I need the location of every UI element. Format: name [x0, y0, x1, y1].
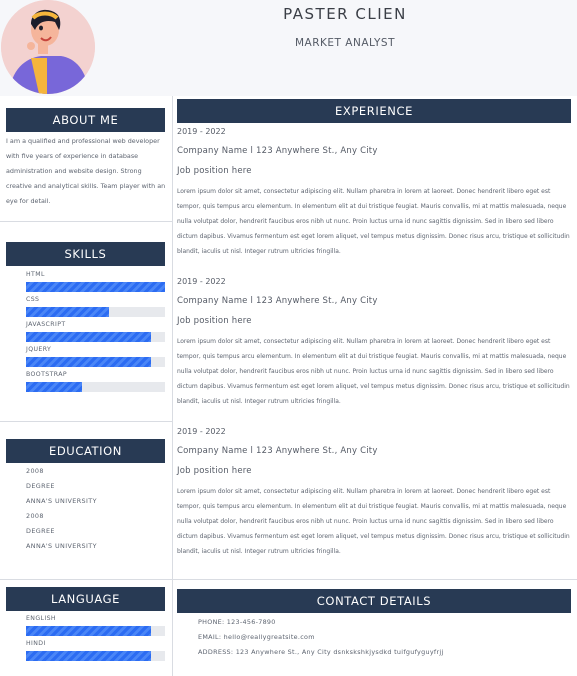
experience-description: Lorem ipsum dolor sit amet, consectetur …: [177, 338, 570, 405]
avatar: [1, 0, 95, 94]
education-year: 2008: [26, 467, 44, 475]
contact-heading: CONTACT DETAILS: [177, 589, 571, 613]
experience-date: 2019 - 2022: [177, 127, 226, 136]
contact-address: ADDRESS: 123 Anywhere St., Any City dsnk…: [198, 648, 444, 656]
skill-label-javascript: JAVASCRIPT: [26, 321, 66, 328]
education-degree: DEGREE: [26, 527, 55, 535]
skill-bar-jquery: [26, 357, 165, 367]
skill-bar-fill: [26, 332, 152, 342]
experience-company: Company Name l 123 Anywhere St., Any Cit…: [177, 146, 378, 156]
skill-label-bootstrap: BOOTSTRAP: [26, 371, 67, 378]
language-bar-english: [26, 626, 165, 636]
skills-heading: SKILLS: [6, 242, 165, 266]
section-divider: [0, 421, 172, 422]
about-text: I am a qualified and professional web de…: [6, 137, 166, 205]
candidate-name: PASTER CLIEN: [283, 5, 407, 23]
language-heading: LANGUAGE: [6, 587, 165, 611]
skill-bar-fill: [26, 357, 152, 367]
skill-bar-fill: [26, 307, 110, 317]
skill-label-jquery: JQUERY: [26, 346, 52, 353]
language-bar-fill: [26, 651, 152, 661]
education-year: 2008: [26, 512, 44, 520]
experience-description: Lorem ipsum dolor sit amet, consectetur …: [177, 188, 570, 255]
experience-description: Lorem ipsum dolor sit amet, consectetur …: [177, 488, 570, 555]
education-degree: DEGREE: [26, 482, 55, 490]
experience-heading: EXPERIENCE: [177, 99, 571, 123]
candidate-title: MARKET ANALYST: [295, 37, 395, 49]
contact-email: EMAIL: hello@reallygreatsite.com: [198, 633, 315, 641]
contact-phone: PHONE: 123-456-7890: [198, 618, 276, 626]
column-divider: [172, 96, 173, 676]
experience-company: Company Name l 123 Anywhere St., Any Cit…: [177, 296, 378, 306]
section-divider: [0, 579, 577, 580]
experience-date: 2019 - 2022: [177, 427, 226, 436]
section-divider: [0, 221, 172, 222]
skill-bar-fill: [26, 382, 82, 392]
skill-label-css: CSS: [26, 296, 40, 303]
experience-date: 2019 - 2022: [177, 277, 226, 286]
about-heading: ABOUT ME: [6, 108, 165, 132]
skill-bar-fill: [26, 282, 165, 292]
education-school: ANNA'S UNIVERSITY: [26, 497, 97, 505]
skill-bar-bootstrap: [26, 382, 165, 392]
language-label-english: ENGLISH: [26, 615, 56, 622]
resume-header: PASTER CLIEN MARKET ANALYST: [0, 0, 577, 96]
language-label-hindi: HINDI: [26, 640, 46, 647]
education-school: ANNA'S UNIVERSITY: [26, 542, 97, 550]
skill-bar-css: [26, 307, 165, 317]
skill-bar-javascript: [26, 332, 165, 342]
education-heading: EDUCATION: [6, 439, 165, 463]
experience-job-title: Job position here: [177, 466, 252, 476]
experience-job-title: Job position here: [177, 166, 252, 176]
skill-label-html: HTML: [26, 271, 45, 278]
language-bar-fill: [26, 626, 152, 636]
experience-company: Company Name l 123 Anywhere St., Any Cit…: [177, 446, 378, 456]
language-bar-hindi: [26, 651, 165, 661]
experience-job-title: Job position here: [177, 316, 252, 326]
person-illustration-icon: [1, 0, 95, 94]
skill-bar-html: [26, 282, 165, 292]
